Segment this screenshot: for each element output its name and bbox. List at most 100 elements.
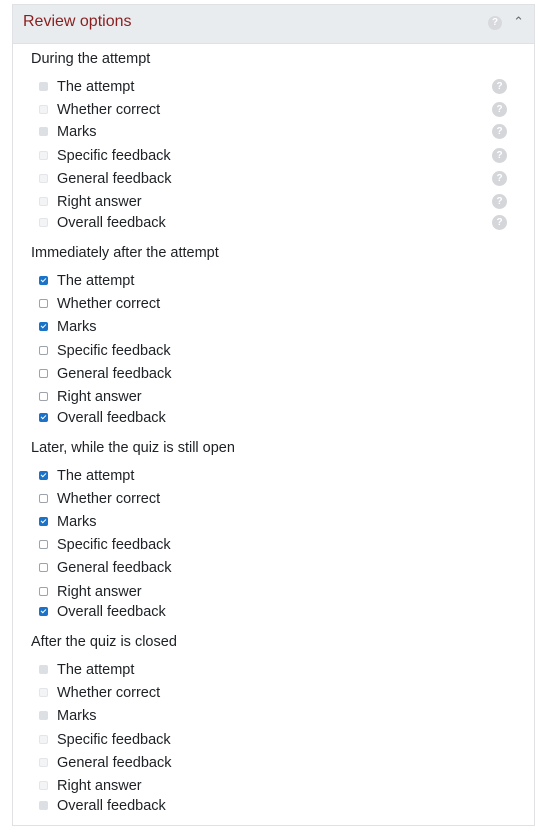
option-label: Whether correct <box>57 685 161 701</box>
review-options-header[interactable]: Review options ? ⌃ <box>13 5 534 44</box>
option-immediately-attempt[interactable]: The attempt <box>39 271 499 291</box>
option-during-right-answer[interactable]: Right answer? <box>39 192 507 212</box>
option-label: Marks <box>57 319 97 335</box>
checkbox[interactable] <box>39 299 48 308</box>
option-label: Overall feedback <box>57 410 166 426</box>
checkbox[interactable] <box>39 540 48 549</box>
option-label: General feedback <box>57 560 172 576</box>
checkbox[interactable] <box>39 369 48 378</box>
checkbox[interactable] <box>39 105 48 114</box>
checkbox[interactable] <box>39 711 48 720</box>
checkbox[interactable] <box>39 276 48 285</box>
option-label: Right answer <box>57 584 142 600</box>
checkbox[interactable] <box>39 781 48 790</box>
checkbox[interactable] <box>39 494 48 503</box>
option-closed-right-answer[interactable]: Right answer <box>39 776 499 796</box>
option-label: Right answer <box>57 389 142 405</box>
option-closed-marks[interactable]: Marks <box>39 706 499 726</box>
section-title-during: During the attempt <box>31 51 151 67</box>
option-label: General feedback <box>57 366 172 382</box>
help-icon[interactable]: ? <box>488 16 502 30</box>
option-during-marks[interactable]: Marks? <box>39 122 507 142</box>
option-label: Whether correct <box>57 491 161 507</box>
option-label: Marks <box>57 708 97 724</box>
option-label: Overall feedback <box>57 604 166 620</box>
option-label: Overall feedback <box>57 798 166 814</box>
option-closed-specific-feedback[interactable]: Specific feedback <box>39 730 499 750</box>
option-during-attempt[interactable]: The attempt? <box>39 77 507 97</box>
checkbox[interactable] <box>39 563 48 572</box>
checkbox[interactable] <box>39 174 48 183</box>
help-icon[interactable]: ? <box>492 79 507 94</box>
checkbox[interactable] <box>39 587 48 596</box>
checkbox[interactable] <box>39 82 48 91</box>
section-title-immediately: Immediately after the attempt <box>31 245 219 261</box>
checkbox[interactable] <box>39 127 48 136</box>
option-closed-overall-feedback[interactable]: Overall feedback <box>39 796 499 816</box>
option-label: Specific feedback <box>57 148 171 164</box>
checkbox[interactable] <box>39 322 48 331</box>
option-later-overall-feedback[interactable]: Overall feedback <box>39 602 499 622</box>
option-later-general-feedback[interactable]: General feedback <box>39 558 499 578</box>
checkbox[interactable] <box>39 758 48 767</box>
checkbox[interactable] <box>39 218 48 227</box>
checkbox[interactable] <box>39 392 48 401</box>
option-label: Right answer <box>57 194 142 210</box>
option-later-attempt[interactable]: The attempt <box>39 466 499 486</box>
option-label: Marks <box>57 124 97 140</box>
option-label: The attempt <box>57 662 135 678</box>
option-during-specific-feedback[interactable]: Specific feedback? <box>39 146 507 166</box>
panel-title: Review options <box>23 13 132 30</box>
option-label: The attempt <box>57 468 135 484</box>
checkbox[interactable] <box>39 471 48 480</box>
option-label: General feedback <box>57 171 172 187</box>
option-label: Whether correct <box>57 296 161 312</box>
option-label: Specific feedback <box>57 343 171 359</box>
help-icon[interactable]: ? <box>492 171 507 186</box>
option-label: The attempt <box>57 273 135 289</box>
checkbox[interactable] <box>39 413 48 422</box>
option-later-marks[interactable]: Marks <box>39 512 499 532</box>
checkbox[interactable] <box>39 346 48 355</box>
option-label: Whether correct <box>57 102 161 118</box>
checkbox[interactable] <box>39 735 48 744</box>
option-immediately-whether-correct[interactable]: Whether correct <box>39 294 499 314</box>
chevron-up-icon[interactable]: ⌃ <box>513 14 524 30</box>
checkbox[interactable] <box>39 688 48 697</box>
option-immediately-overall-feedback[interactable]: Overall feedback <box>39 408 499 428</box>
checkbox[interactable] <box>39 517 48 526</box>
checkbox[interactable] <box>39 151 48 160</box>
checkbox[interactable] <box>39 801 48 810</box>
option-label: Overall feedback <box>57 215 166 231</box>
option-closed-whether-correct[interactable]: Whether correct <box>39 683 499 703</box>
option-label: Marks <box>57 514 97 530</box>
checkbox[interactable] <box>39 665 48 674</box>
option-label: General feedback <box>57 755 172 771</box>
option-label: Specific feedback <box>57 732 171 748</box>
help-icon[interactable]: ? <box>492 194 507 209</box>
help-icon[interactable]: ? <box>492 215 507 230</box>
option-during-overall-feedback[interactable]: Overall feedback? <box>39 213 507 233</box>
option-label: Right answer <box>57 778 142 794</box>
option-closed-general-feedback[interactable]: General feedback <box>39 753 499 773</box>
checkbox[interactable] <box>39 197 48 206</box>
help-icon[interactable]: ? <box>492 124 507 139</box>
option-immediately-general-feedback[interactable]: General feedback <box>39 364 499 384</box>
option-label: The attempt <box>57 79 135 95</box>
checkbox[interactable] <box>39 607 48 616</box>
option-closed-attempt[interactable]: The attempt <box>39 660 499 680</box>
option-later-specific-feedback[interactable]: Specific feedback <box>39 535 499 555</box>
section-title-later: Later, while the quiz is still open <box>31 440 235 456</box>
help-icon[interactable]: ? <box>492 148 507 163</box>
option-later-whether-correct[interactable]: Whether correct <box>39 489 499 509</box>
option-label: Specific feedback <box>57 537 171 553</box>
option-immediately-marks[interactable]: Marks <box>39 317 499 337</box>
section-title-closed: After the quiz is closed <box>31 634 177 650</box>
option-during-general-feedback[interactable]: General feedback? <box>39 169 507 189</box>
option-immediately-specific-feedback[interactable]: Specific feedback <box>39 341 499 361</box>
option-later-right-answer[interactable]: Right answer <box>39 582 499 602</box>
option-during-whether-correct[interactable]: Whether correct? <box>39 100 507 120</box>
help-icon[interactable]: ? <box>492 102 507 117</box>
review-options-panel: Review options ? ⌃ During the attempt Th… <box>12 4 535 826</box>
option-immediately-right-answer[interactable]: Right answer <box>39 387 499 407</box>
